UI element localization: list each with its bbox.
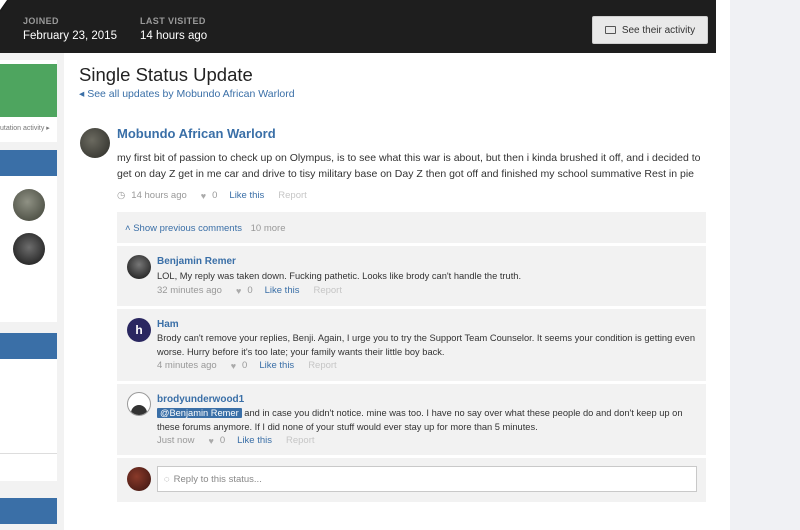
chevron-up-icon: ˄ — [125, 223, 131, 234]
status-author[interactable]: Mobundo African Warlord — [117, 126, 276, 141]
comment-bubble-icon: ◌ — [164, 473, 170, 485]
status-text: my first bit of passion to check up on O… — [117, 152, 701, 180]
comment-text: @Benjamin Remer and in case you didn't n… — [157, 406, 697, 434]
comment-like-count: 0 — [247, 285, 253, 296]
comment-divider — [117, 455, 706, 458]
status-report-link[interactable]: Report — [278, 190, 307, 201]
last-visited-value: 14 hours ago — [140, 30, 208, 42]
comment-author[interactable]: brodyunderwood1 — [157, 394, 244, 405]
follower-avatar[interactable] — [13, 233, 45, 265]
mouse-cursor-icon — [0, 0, 7, 10]
comment-avatar[interactable] — [127, 392, 151, 416]
comment-like-count: 0 — [242, 360, 248, 371]
comment-text: LOL, My reply was taken down. Fucking pa… — [157, 271, 522, 281]
see-activity-button[interactable]: See their activity — [592, 16, 708, 44]
last-visited-stat: LAST VISITED 14 hours ago — [140, 16, 207, 42]
current-user-avatar — [127, 467, 151, 491]
comment-report-link[interactable]: Report — [308, 360, 337, 371]
comment-meta: 32 minutes ago ♥ 0 Like this Report — [157, 285, 342, 296]
comment-time: 32 minutes ago — [157, 285, 222, 296]
sidebar-header-section — [0, 333, 57, 359]
see-activity-label: See their activity — [621, 24, 696, 36]
comment-report-link[interactable]: Report — [286, 435, 315, 446]
comment-like-button[interactable]: Like this — [265, 285, 300, 296]
comment-time: 4 minutes ago — [157, 360, 217, 371]
reply-placeholder: Reply to this status... — [173, 473, 262, 485]
comment-divider — [117, 306, 706, 309]
status-meta: ◷ 14 hours ago ♥ 0 Like this Report — [117, 190, 307, 201]
heart-icon: ♥ — [200, 190, 207, 201]
joined-stat: JOINED February 23, 2015 — [23, 16, 117, 42]
comment-meta: 4 minutes ago ♥ 0 Like this Report — [157, 360, 337, 371]
comment-like-count: 0 — [219, 435, 226, 446]
comment-author[interactable]: Benjamin Remer — [157, 256, 236, 267]
joined-label: JOINED — [23, 16, 59, 26]
author-avatar[interactable] — [80, 128, 110, 158]
status-like-count: 0 — [212, 190, 218, 201]
comment-time: Just now — [157, 435, 195, 446]
last-visited-label: LAST VISITED — [140, 16, 206, 26]
comment-like-button[interactable]: Like this — [259, 360, 294, 371]
status-time: 14 hours ago — [131, 190, 187, 201]
comment-text: Brody can't remove your replies, Benji. … — [157, 333, 696, 357]
more-count: 10 more — [250, 223, 286, 234]
activity-icon — [604, 26, 616, 34]
sidebar-header-section-2 — [0, 498, 57, 524]
heart-icon: ♥ — [208, 435, 214, 446]
reputation-panel — [0, 64, 57, 117]
comment-like-button[interactable]: Like this — [237, 435, 272, 446]
divider — [0, 453, 57, 454]
sidebar-header-followers — [0, 150, 57, 176]
clock-icon: ◷ — [117, 190, 126, 201]
reputation-activity-link[interactable]: utation activity ▸ — [0, 124, 50, 132]
comment-avatar[interactable] — [127, 255, 151, 279]
comment-author[interactable]: Ham — [157, 319, 179, 330]
reply-input[interactable]: ◌ Reply to this status... — [157, 466, 697, 492]
page-title: Single Status Update — [79, 64, 253, 85]
status-like-button[interactable]: Like this — [229, 190, 264, 201]
comment-avatar[interactable]: h — [127, 318, 151, 342]
comment-report-link[interactable]: Report — [313, 285, 342, 296]
joined-value: February 23, 2015 — [23, 30, 117, 42]
sidebar-card-section — [0, 359, 57, 481]
page-gutter — [716, 0, 730, 530]
comment-divider — [117, 381, 706, 384]
show-previous-label: Show previous comments — [133, 223, 242, 234]
follower-avatar[interactable] — [13, 189, 45, 221]
comment-divider — [117, 243, 706, 246]
show-previous-comments-link[interactable]: ˄ Show previous comments 10 more — [125, 223, 285, 234]
user-mention[interactable]: @Benjamin Remer — [157, 408, 242, 418]
comment-meta: Just now ♥ 0 Like this Report — [157, 435, 315, 446]
heart-icon: ♥ — [235, 285, 242, 296]
default-user-icon — [131, 405, 147, 415]
see-all-updates-link[interactable]: ◂ See all updates by Mobundo African War… — [79, 88, 295, 100]
heart-icon: ♥ — [230, 360, 237, 371]
